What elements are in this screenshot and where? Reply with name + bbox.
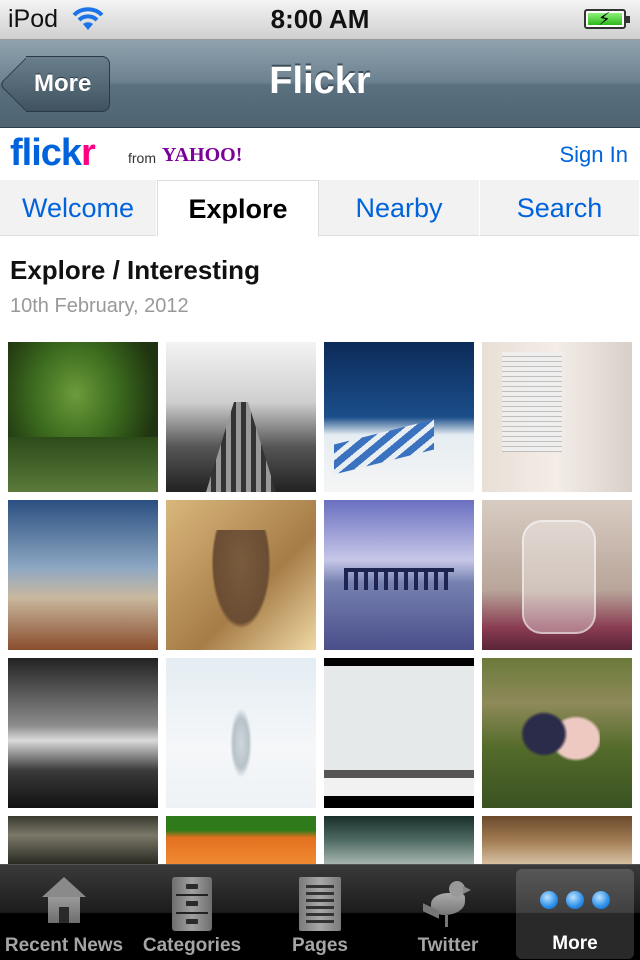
navigation-bar: More Flickr bbox=[0, 40, 640, 128]
photo-thumbnail[interactable] bbox=[8, 658, 158, 808]
tab-bar-label: More bbox=[552, 933, 598, 954]
photo-thumbnail[interactable] bbox=[324, 816, 474, 864]
photo-thumbnail[interactable] bbox=[324, 342, 474, 492]
flickr-logo[interactable]: flickr bbox=[10, 132, 96, 175]
photo-thumbnail[interactable] bbox=[166, 658, 316, 808]
pages-icon bbox=[299, 877, 341, 931]
photo-thumbnail[interactable] bbox=[8, 500, 158, 650]
logo-from-label: from bbox=[128, 150, 156, 166]
tab-bar-label: Twitter bbox=[417, 935, 479, 956]
tab-bar-label: Pages bbox=[292, 935, 348, 956]
section-date: 10th February, 2012 bbox=[10, 295, 189, 317]
battery-icon: ⚡ bbox=[584, 9, 630, 29]
photo-thumbnail[interactable] bbox=[166, 816, 316, 864]
tab-nearby[interactable]: Nearby bbox=[319, 180, 480, 236]
yahoo-logo: YAHOO! bbox=[162, 144, 243, 166]
photo-thumbnail[interactable] bbox=[324, 500, 474, 650]
tab-welcome[interactable]: Welcome bbox=[0, 180, 157, 236]
tab-search[interactable]: Search bbox=[480, 180, 640, 236]
sign-in-link[interactable]: Sign In bbox=[560, 142, 629, 168]
photo-thumbnail[interactable] bbox=[482, 342, 632, 492]
tab-bar-categories[interactable]: Categories bbox=[128, 865, 256, 960]
section-tabs: Welcome Explore Nearby Search bbox=[0, 180, 640, 237]
photo-thumbnail[interactable] bbox=[166, 500, 316, 650]
tab-bar-pages[interactable]: Pages bbox=[256, 865, 384, 960]
photo-thumbnail[interactable] bbox=[482, 658, 632, 808]
tab-bar-label: Recent News bbox=[4, 935, 124, 956]
clock: 8:00 AM bbox=[270, 4, 370, 34]
house-icon bbox=[42, 877, 86, 923]
tab-bar-more[interactable]: More bbox=[516, 869, 634, 959]
photo-thumbnail[interactable] bbox=[8, 342, 158, 492]
flickr-header: flickr from YAHOO! Sign In bbox=[0, 128, 640, 182]
more-dots-icon bbox=[540, 891, 610, 911]
photo-thumbnail[interactable] bbox=[482, 500, 632, 650]
tab-bar-label: Categories bbox=[142, 935, 242, 956]
photo-thumbnail[interactable] bbox=[482, 816, 632, 864]
photo-thumbnail[interactable] bbox=[324, 658, 474, 808]
back-button[interactable]: More bbox=[26, 56, 110, 112]
photo-thumbnail[interactable] bbox=[8, 816, 158, 864]
tab-bar-recent-news[interactable]: Recent News bbox=[0, 865, 128, 960]
bottom-tab-bar: Recent News Categories Pages Twitter Mor… bbox=[0, 864, 640, 960]
cabinet-icon bbox=[172, 877, 212, 931]
photo-thumbnail[interactable] bbox=[166, 342, 316, 492]
tab-bar-twitter[interactable]: Twitter bbox=[384, 865, 512, 960]
tab-explore[interactable]: Explore bbox=[157, 180, 319, 237]
section-title: Explore / Interesting bbox=[10, 255, 260, 285]
status-bar: iPod 8:00 AM ⚡ bbox=[0, 0, 640, 40]
bird-icon bbox=[423, 877, 473, 929]
